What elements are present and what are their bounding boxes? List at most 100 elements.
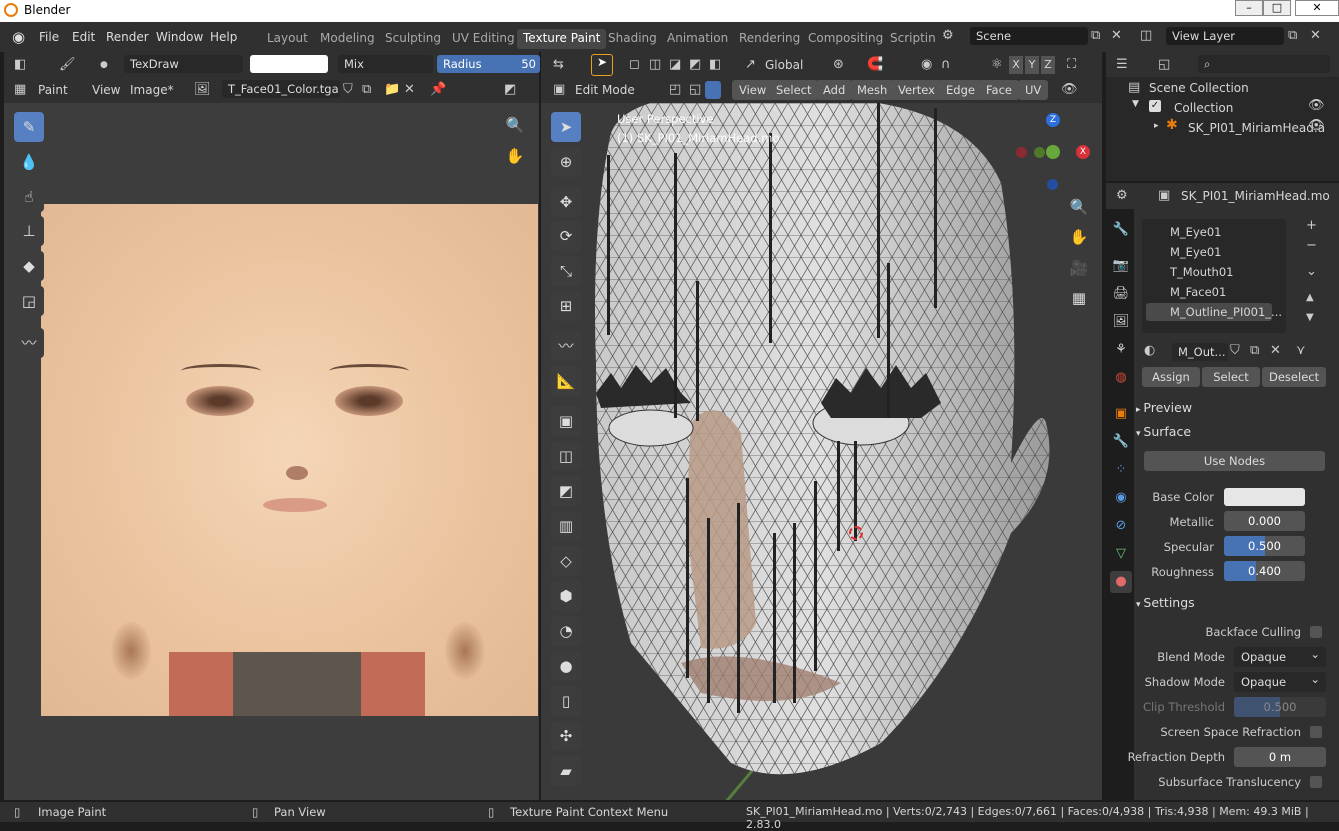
outliner-search-input[interactable]: ⌕ xyxy=(1198,55,1330,73)
slot-menu-icon[interactable]: ⌄ xyxy=(1306,263,1317,281)
select-box-icon[interactable]: ➤ xyxy=(591,54,613,76)
bevel-tool[interactable]: ◩ xyxy=(551,476,581,506)
material-slot-item[interactable]: M_Outline_PI001_... xyxy=(1146,303,1282,321)
inset-tool[interactable]: ◫ xyxy=(551,441,581,471)
spin-tool[interactable]: ◔ xyxy=(551,616,581,646)
knife-tool[interactable]: ◇ xyxy=(551,546,581,576)
render-tab-icon[interactable]: 📷 xyxy=(1110,255,1132,277)
scene-icon[interactable]: ⚙ xyxy=(942,27,954,45)
menu-mesh[interactable]: Mesh xyxy=(850,80,895,100)
preview-section-header[interactable]: ▸ Preview xyxy=(1136,400,1326,415)
tab-shading[interactable]: Shading xyxy=(602,29,663,49)
draw-tool[interactable]: ✎ xyxy=(14,112,44,142)
selection-mode-invert-icon[interactable]: ◩ xyxy=(689,56,701,74)
view-layer-selector[interactable]: View Layer xyxy=(1166,27,1284,45)
material-name-field[interactable]: M_Out... xyxy=(1172,343,1228,361)
tab-modeling[interactable]: Modeling xyxy=(314,29,381,49)
gizmo-neg-y-icon[interactable] xyxy=(1034,147,1045,158)
blend-mode-dropdown[interactable]: Opaque xyxy=(1234,647,1326,667)
clone-tool[interactable]: ⊥ xyxy=(14,216,44,246)
cursor-tool[interactable]: ⊕ xyxy=(551,147,581,177)
3d-cursor-icon[interactable] xyxy=(849,526,863,540)
ssr-checkbox[interactable] xyxy=(1310,726,1322,738)
display-channels-icon[interactable]: ◩ xyxy=(504,81,516,99)
surface-section-header[interactable]: ▾ Surface xyxy=(1136,424,1326,439)
tab-animation[interactable]: Animation xyxy=(661,29,734,49)
material-unlink-icon[interactable]: ✕ xyxy=(1270,342,1281,360)
mirror-y-toggle[interactable]: Y xyxy=(1025,56,1039,74)
shrink-fatten-tool[interactable]: ✣ xyxy=(551,721,581,751)
mirror-z-toggle[interactable]: Z xyxy=(1041,56,1055,74)
menu-edge[interactable]: Edge xyxy=(939,80,982,100)
selection-mode-intersect-icon[interactable]: ◧ xyxy=(709,56,721,74)
material-slot-item[interactable]: M_Eye01 xyxy=(1146,243,1272,261)
backface-culling-checkbox[interactable] xyxy=(1310,626,1322,638)
eye-icon[interactable]: 👁 xyxy=(1308,117,1325,135)
shear-tool[interactable]: ▰ xyxy=(551,756,581,786)
move-tool[interactable]: ✥ xyxy=(551,187,581,217)
particles-tab-icon[interactable]: ⁘ xyxy=(1110,459,1132,481)
image-name-field[interactable]: T_Face01_Color.tga xyxy=(222,80,340,98)
menu-select[interactable]: Select xyxy=(769,80,819,100)
poly-build-tool[interactable]: ⬢ xyxy=(551,581,581,611)
radius-slider[interactable]: Radius 50 xyxy=(437,55,540,73)
object-label[interactable]: SK_PI01_MiriamHead.a xyxy=(1188,121,1325,135)
blender-menu-icon[interactable]: ◉ xyxy=(12,28,25,46)
pan-hand-icon[interactable]: ✋ xyxy=(501,142,529,170)
blend-mode-select[interactable]: Mix xyxy=(338,55,433,73)
roughness-slider[interactable]: 0.400 xyxy=(1224,561,1305,581)
collection-checkbox[interactable]: ✓ xyxy=(1149,100,1161,112)
tool-tab-icon[interactable]: 🔧 xyxy=(1110,219,1132,241)
material-copy-icon[interactable]: ⧉ xyxy=(1250,342,1259,360)
select-box-tool[interactable]: ➤ xyxy=(551,112,581,142)
scene-selector[interactable]: Scene xyxy=(970,27,1088,45)
fill-tool[interactable]: ◆ xyxy=(14,251,44,281)
selection-mode-extend-icon[interactable]: ◫ xyxy=(649,56,661,74)
gizmo-neg-z-icon[interactable] xyxy=(1047,179,1058,190)
view-layer-icon[interactable]: ◫ xyxy=(1140,27,1152,45)
tab-scripting[interactable]: Scriptin xyxy=(884,29,942,49)
material-fake-user-icon[interactable]: ⛉ xyxy=(1230,342,1240,360)
display-mode-icon[interactable]: ◱ xyxy=(1158,56,1170,74)
mirror-x-toggle[interactable]: X xyxy=(1009,56,1023,74)
image-browse-icon[interactable]: 🖼 xyxy=(194,81,211,99)
object-tab-icon[interactable]: ▣ xyxy=(1110,403,1132,425)
rotate-tool[interactable]: ⟳ xyxy=(551,221,581,251)
gizmo-y-icon[interactable] xyxy=(1046,145,1060,159)
falloff-icon[interactable]: ∩ xyxy=(941,56,951,74)
collection-label[interactable]: Collection xyxy=(1174,101,1233,115)
zoom-3d-icon[interactable]: 🔍 xyxy=(1065,193,1093,221)
new-scene-icon[interactable]: ⧉ xyxy=(1091,27,1100,45)
menu-vertex[interactable]: Vertex xyxy=(891,80,942,100)
image-canvas[interactable]: ✎ 💧 ☝ ⊥ ◆ ◲ 〰 🔍 ✋ xyxy=(4,103,539,800)
new-view-layer-icon[interactable]: ⧉ xyxy=(1288,27,1297,45)
tool-settings-icon[interactable]: ⇆ xyxy=(553,56,564,74)
vertex-select-icon[interactable]: ◰ xyxy=(669,81,681,99)
deselect-button[interactable]: Deselect xyxy=(1262,367,1326,387)
paint-mode-select[interactable]: Paint xyxy=(38,83,68,97)
properties-editor-icon[interactable]: ⚙ xyxy=(1116,187,1128,205)
visibility-icon[interactable]: 👁 xyxy=(1061,81,1078,99)
material-tab-icon[interactable]: ● xyxy=(1110,571,1132,593)
outliner-editor-icon[interactable]: ☰ xyxy=(1116,56,1128,74)
brush-icon[interactable]: 🖌 xyxy=(59,56,76,74)
move-slot-up-icon[interactable]: ▲ xyxy=(1306,289,1314,307)
menu-window[interactable]: Window xyxy=(156,30,203,44)
new-image-icon[interactable]: ⧉ xyxy=(362,81,371,99)
paint-mode-icon[interactable]: ▦ xyxy=(14,81,26,99)
tab-uv-editing[interactable]: UV Editing xyxy=(446,29,521,49)
minimize-button[interactable]: – xyxy=(1235,0,1263,16)
subsurface-checkbox[interactable] xyxy=(1310,776,1322,788)
gizmo-neg-x-icon[interactable] xyxy=(1016,147,1027,158)
camera-view-icon[interactable]: 🎥 xyxy=(1065,254,1093,282)
shadow-mode-dropdown[interactable]: Opaque xyxy=(1234,672,1326,692)
physics-tab-icon[interactable]: ◉ xyxy=(1110,487,1132,509)
expand-arrow-icon[interactable]: ▼ xyxy=(1132,99,1139,109)
move-slot-down-icon[interactable]: ▼ xyxy=(1306,309,1314,327)
annotate-3d-tool[interactable]: 〰 xyxy=(551,331,581,361)
menu-view-image[interactable]: View xyxy=(92,83,120,97)
world-tab-icon[interactable]: ◍ xyxy=(1110,367,1132,389)
edge-slide-tool[interactable]: ▯ xyxy=(551,686,581,716)
remove-slot-icon[interactable]: − xyxy=(1306,237,1317,255)
data-tab-icon[interactable]: ▽ xyxy=(1110,543,1132,565)
